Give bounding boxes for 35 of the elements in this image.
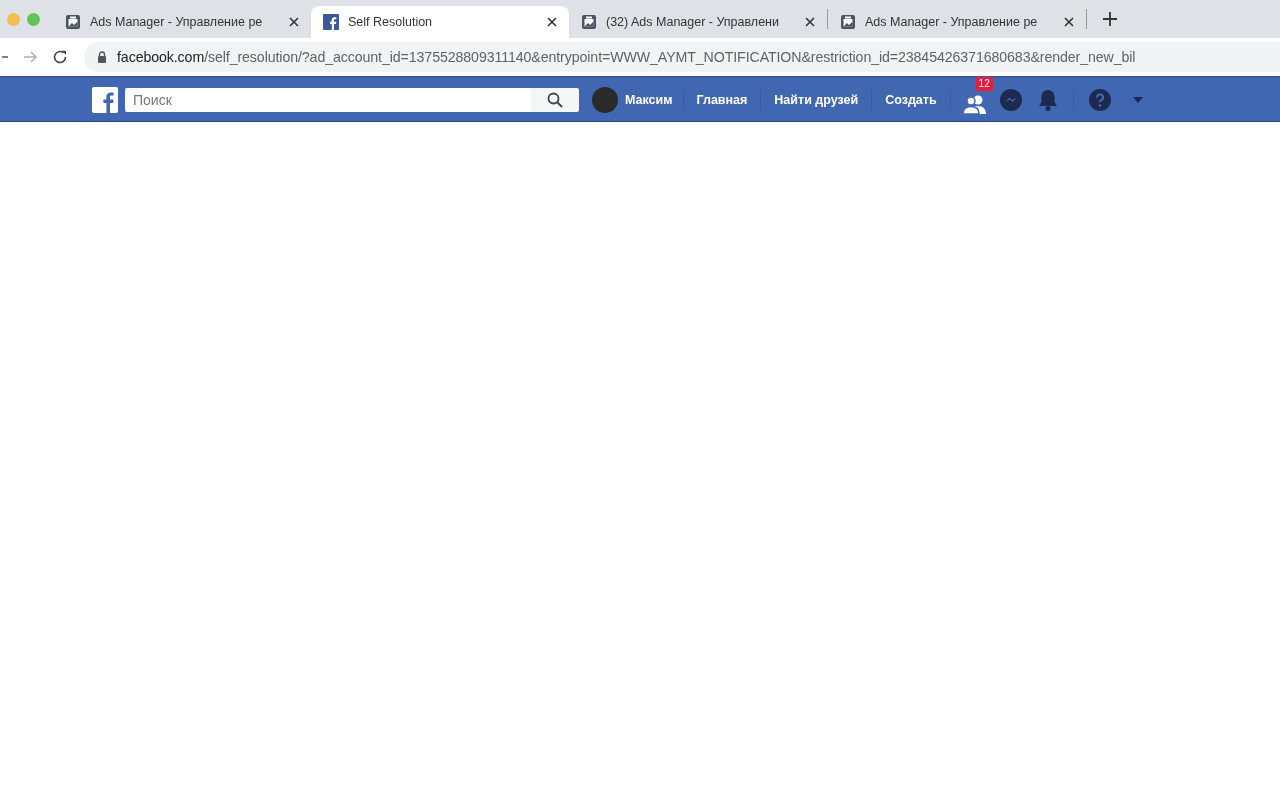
close-icon[interactable] [547,17,557,27]
profile-link[interactable]: Максим [592,86,683,113]
tab-title: Self Resolution [348,15,434,29]
tab-title: Ads Manager - Управление ре [90,15,264,29]
caret-icon[interactable] [1131,95,1144,104]
chart-favicon [840,14,856,30]
close-icon[interactable] [1064,17,1074,27]
address-bar[interactable]: facebook.com/self_resolution/?ad_account_id=1375528809311140&entrypoint=WWW_AYMT_NOTIFICATION&restriction_id=23845426371680683&render_new_bil [84,42,1280,72]
search-button[interactable] [531,87,579,112]
browser-tab[interactable]: Ads Manager - Управление ре [828,6,1086,38]
notification-badge: 12 [975,76,993,91]
chart-favicon [581,14,597,30]
chart-favicon [65,14,81,30]
lock-icon [97,51,107,63]
facebook-favicon [323,14,339,30]
new-tab-icon[interactable] [1103,12,1117,26]
url-text: facebook.com/self_resolution/?ad_account_id=1375528809311140&entrypoint=WWW_AYMT_NOTIFICATION&restriction_id=23845426371680683&render_new_bil [117,49,1136,65]
close-icon[interactable] [805,17,815,27]
browser-tab[interactable]: Ads Manager - Управление ре [53,6,311,38]
browser-tab[interactable]: Self Resolution [311,6,569,38]
messenger-icon[interactable] [998,87,1023,112]
close-icon[interactable] [289,17,299,27]
browser-tab[interactable]: (32) Ads Manager - Управлени [569,6,827,38]
tab-title: Ads Manager - Управление ре [865,15,1039,29]
search-field[interactable]: Поиск [125,87,531,112]
reload-icon[interactable] [52,49,68,65]
avatar [592,86,618,113]
bell-icon[interactable] [1036,87,1059,112]
tab-title: (32) Ads Manager - Управлени [606,15,780,29]
help-icon[interactable] [1087,87,1112,112]
nav-link[interactable]: Главная [683,92,761,107]
nav-link[interactable]: Создать [872,92,950,107]
facebook-logo[interactable] [92,86,118,113]
search-icon [547,91,563,108]
nav-link[interactable]: Найти друзей [761,92,872,107]
